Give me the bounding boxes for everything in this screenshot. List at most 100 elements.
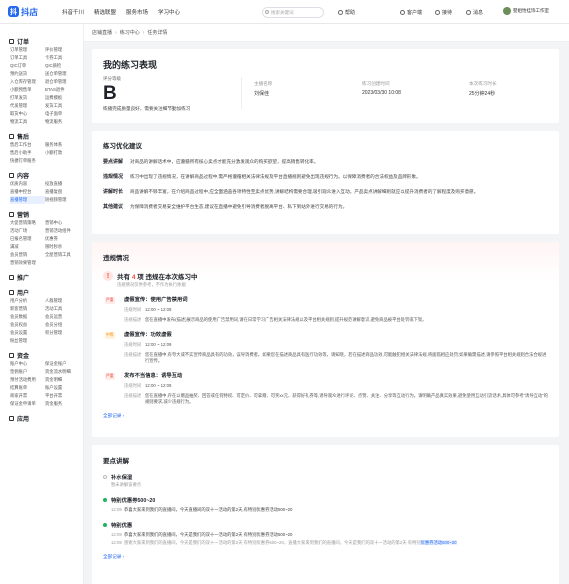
sidebar-item[interactable]: 满减 xyxy=(10,243,45,251)
sidebar-item[interactable]: 会员权益 xyxy=(10,321,45,329)
sidebar-item[interactable]: 预付活动费用 xyxy=(10,376,45,384)
sidebar-item[interactable]: 优惠券 xyxy=(45,235,80,243)
sidebar-section-header[interactable]: 推广 xyxy=(0,272,83,282)
desc-key: 违规描述 xyxy=(124,393,142,398)
sidebar-item[interactable]: 会员运营 xyxy=(45,313,80,321)
sidebar-item[interactable]: 订单工具 xyxy=(10,54,45,62)
sidebar-item[interactable]: 会员分组 xyxy=(45,321,80,329)
sidebar-item[interactable]: 全屋营销工具 xyxy=(45,251,80,259)
sidebar-item[interactable]: 直播复盘 xyxy=(45,188,80,196)
violation-item: 严重 发布不当信息：诱导互动 违规时间 12:00 ~ 12:09 违规描述 您在直… xyxy=(105,371,548,405)
sidebar-item[interactable]: 直播管理 xyxy=(10,196,45,204)
sidebar-item[interactable]: 打单发货 xyxy=(10,94,45,102)
sidebar-section-header[interactable]: 售后 xyxy=(0,131,83,141)
sidebar-item[interactable]: 会员数据 xyxy=(10,313,45,321)
all-violations-link[interactable]: 全部记录 › xyxy=(103,413,548,419)
suggestion-text: 为保障消费者交易安全维护平台生态,建议在直播中避免引导消费者脱离平台、私下到站外… xyxy=(130,204,348,209)
sidebar-item[interactable]: 入仓库存管理 xyxy=(10,78,45,86)
sidebar-item[interactable]: 垫佣账户 xyxy=(10,368,45,376)
sidebar-item[interactable]: 售后工作台 xyxy=(10,141,45,149)
grade-description: 练播完成质量良好，需要关注细节勤加练习 xyxy=(103,106,191,111)
sidebar-item[interactable]: 物流服务 xyxy=(45,118,80,126)
sidebar-item[interactable]: 已报名管理 xyxy=(10,235,45,243)
sidebar-item[interactable]: 售后小助手 xyxy=(10,149,45,157)
sidebar-item[interactable]: QIC订单 xyxy=(10,62,45,70)
sidebar-item[interactable]: 资金明细 xyxy=(45,376,80,384)
sidebar-item[interactable]: 代发管理 xyxy=(10,102,45,110)
sidebar-section-header[interactable]: 内容 xyxy=(0,170,83,180)
sidebar-item[interactable]: 积分管理 xyxy=(45,329,80,337)
logo[interactable]: 抖 抖店 xyxy=(8,6,56,18)
sidebar-item[interactable]: 保证金申请单 xyxy=(10,400,45,408)
sidebar-item[interactable]: 卡券工具 xyxy=(45,54,80,62)
breadcrumb-item[interactable]: 店铺直播 xyxy=(92,29,112,36)
breadcrumb-item[interactable]: 练习中心 xyxy=(120,29,140,36)
sidebar-item[interactable]: 商家开票 xyxy=(10,392,45,400)
sidebar-section-header[interactable]: 营销 xyxy=(0,209,83,219)
sidebar-item[interactable]: 资金流水明细 xyxy=(45,368,80,376)
sidebar-item[interactable]: BTAS退件 xyxy=(45,86,80,94)
sidebar-item[interactable]: 营销中心 xyxy=(45,219,80,227)
sidebar-item[interactable]: 电子面单 xyxy=(45,110,80,118)
sidebar-item[interactable]: 优质内容 xyxy=(10,180,45,188)
key-point-item: 特别优惠券500~20 12:09 恭喜大家来到我们的直播间，今天直播间的双十一活… xyxy=(103,496,548,513)
sidebar-item[interactable]: 平台开票 xyxy=(45,392,80,400)
suggestion-item: 要点讲解 对商品的讲解话术中，应遵循所有核心卖点才能充分激发观众的购买欲望，提高销… xyxy=(103,158,548,165)
top-nav-item[interactable]: 精选联盟 xyxy=(94,8,116,16)
message-button[interactable]: 消息 xyxy=(466,9,483,16)
sidebar-item[interactable]: 活动广场 xyxy=(10,227,45,235)
sidebar-item[interactable]: 资金服务 xyxy=(45,400,80,408)
sidebar-item[interactable]: 运费模板 xyxy=(45,94,80,102)
sidebar-item[interactable]: 小额预售单 xyxy=(10,86,45,94)
client-button[interactable]: 客户端 xyxy=(400,9,422,16)
help-button[interactable]: 帮助 xyxy=(338,9,355,16)
sidebar-item[interactable]: 会员营销 xyxy=(10,251,45,259)
top-nav-item[interactable]: 抖音千川 xyxy=(62,8,84,16)
top-nav-item[interactable]: 学习中心 xyxy=(158,8,180,16)
reception-button[interactable]: 接待 xyxy=(435,9,452,16)
sidebar-item[interactable]: 退仓单管理 xyxy=(45,78,80,86)
sidebar-item[interactable]: 账户中心 xyxy=(10,360,45,368)
sidebar-item[interactable]: 订单管理 xyxy=(10,46,45,54)
sidebar-item[interactable]: 营销效果管理 xyxy=(10,259,45,267)
sidebar-item[interactable]: 发货工具 xyxy=(45,102,80,110)
sidebar-item[interactable]: 评价管理 xyxy=(45,46,80,54)
sidebar-item[interactable]: 投放直播 xyxy=(45,180,80,188)
sidebar-section-header[interactable]: 用户 xyxy=(0,287,83,297)
sidebar-item[interactable]: 活动工具 xyxy=(45,305,80,313)
sidebar-item[interactable]: 结算账单 xyxy=(10,384,45,392)
sidebar-section-header[interactable]: 订单 xyxy=(0,36,83,46)
sidebar-item[interactable]: 大促营销策略 xyxy=(10,219,45,227)
sidebar-item[interactable]: 快捷钉单服务 xyxy=(10,157,45,165)
sidebar-item[interactable]: 短视频管理 xyxy=(45,196,80,204)
divider xyxy=(241,77,242,109)
sidebar-item[interactable]: 预约送货 xyxy=(10,70,45,78)
top-nav-item[interactable]: 服务市场 xyxy=(126,8,148,16)
sidebar-section-header[interactable]: 资金 xyxy=(0,350,83,360)
sidebar-item[interactable]: QIC质检 xyxy=(45,62,80,70)
sidebar-item[interactable]: 人群管理 xyxy=(45,297,80,305)
sidebar-item[interactable]: 会员设置 xyxy=(10,329,45,337)
all-key-points-link[interactable]: 全部记录 › xyxy=(103,554,548,560)
search-input[interactable]: 搜索关键词 xyxy=(262,7,324,18)
sidebar-section-header[interactable]: 应用 xyxy=(0,413,83,423)
sidebar-item[interactable]: 物流工具 xyxy=(10,118,45,126)
sidebar-item[interactable]: 账户设置 xyxy=(45,384,80,392)
sidebar-item[interactable]: 粉丝管理 xyxy=(10,337,45,345)
violations-note: 违规情况仅供参考，不作为执行依据 xyxy=(117,282,186,287)
sidebar-item[interactable]: 服务体系 xyxy=(45,141,80,149)
desc-key: 违规描述 xyxy=(124,352,142,357)
sidebar-section: 资金 账户中心 保证金账户 垫佣账户 资金流水明细 预付活动费用 资金明细 结算账单 账户设置商… xyxy=(0,350,83,408)
sidebar-item[interactable]: 送仓单管理 xyxy=(45,70,80,78)
sidebar-item[interactable]: 用户分析 xyxy=(10,297,45,305)
key-point-row: 12:09 恭喜大家来到我们的直播间，今天直播间的双十一活动的第2天,有特别优惠券… xyxy=(111,507,548,513)
sidebar-item[interactable]: 取货中心 xyxy=(10,110,45,118)
sidebar-item[interactable]: 直播中控台 xyxy=(10,188,45,196)
sidebar-item[interactable]: 限时秒杀 xyxy=(45,243,80,251)
user-menu[interactable]: 婴姐怡挂饰工作室 xyxy=(503,7,549,15)
sidebar-item[interactable]: 新客营销 xyxy=(10,305,45,313)
sidebar-item[interactable]: 保证金账户 xyxy=(45,360,80,368)
sidebar-item[interactable]: 营销活动组件 xyxy=(45,227,80,235)
client-icon xyxy=(400,10,405,15)
sidebar-item[interactable]: 小额打款 xyxy=(45,149,80,157)
